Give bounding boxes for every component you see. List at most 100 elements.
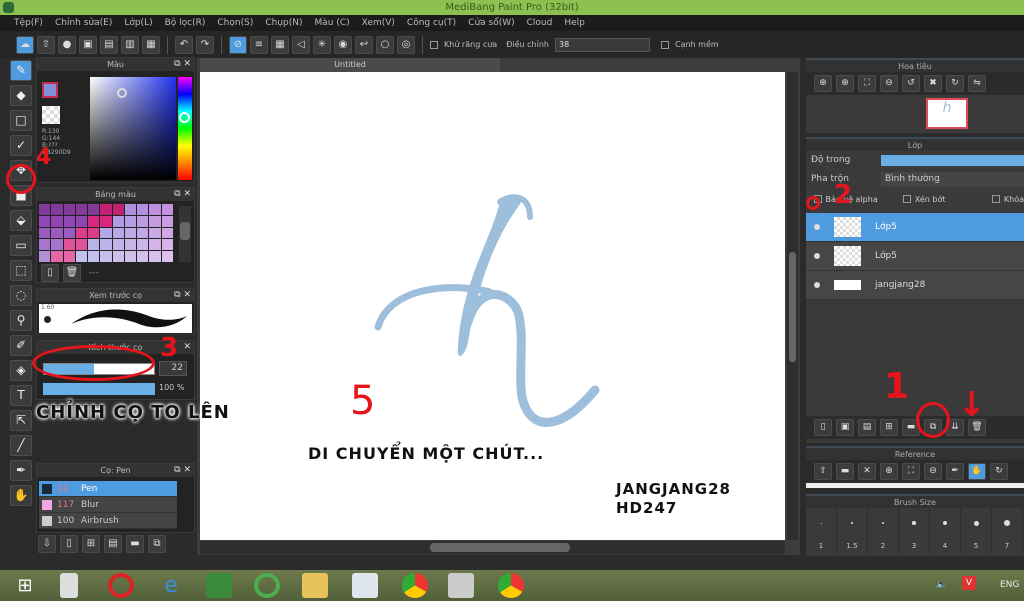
new-layer-icon[interactable]: ▯: [814, 419, 832, 436]
pages-icon[interactable]: ▥: [121, 35, 139, 54]
palette-swatch[interactable]: [75, 204, 88, 215]
palette-swatch[interactable]: [149, 227, 161, 239]
palette-swatch[interactable]: [88, 227, 100, 239]
upload-icon[interactable]: ⇧: [814, 463, 832, 480]
store-icon[interactable]: [206, 573, 232, 598]
dot-tool-icon[interactable]: □: [10, 110, 32, 131]
add-layer-menu-icon[interactable]: ⊞: [880, 419, 898, 436]
volume-icon[interactable]: 🔈: [936, 580, 947, 590]
zoom-out-icon[interactable]: ⊖: [924, 463, 942, 480]
duplicate-brush-icon[interactable]: ⧉: [148, 535, 166, 553]
divide-tool-icon[interactable]: ╱: [10, 435, 32, 456]
cloud-icon[interactable]: ☁: [16, 35, 34, 54]
tray-v-icon[interactable]: V: [962, 576, 976, 590]
layer-row[interactable]: jangjang28: [806, 271, 1024, 300]
palette-swatch[interactable]: [88, 251, 100, 262]
palette-swatch[interactable]: [39, 227, 51, 239]
magic-wand-icon[interactable]: ⚲: [10, 310, 32, 331]
zoom-in-icon[interactable]: ⊕: [814, 75, 832, 92]
palette-swatch[interactable]: [75, 251, 88, 262]
visibility-icon[interactable]: [814, 224, 820, 230]
start-icon[interactable]: ⊞: [12, 573, 38, 598]
brush-size-preset[interactable]: 4: [930, 508, 961, 554]
hand-icon[interactable]: ✋: [968, 463, 986, 480]
palette-swatch[interactable]: [63, 227, 75, 239]
curve-snap-icon[interactable]: ↩: [355, 35, 373, 54]
palette-swatch[interactable]: [112, 251, 124, 262]
comment-icon[interactable]: ●: [58, 35, 76, 54]
zoom-in-icon[interactable]: ⊕: [880, 463, 898, 480]
menu-tools[interactable]: Công cụ(T): [407, 15, 456, 31]
palette-swatch[interactable]: [100, 239, 112, 251]
palette-swatch[interactable]: [112, 204, 124, 215]
palette-swatch[interactable]: [51, 239, 63, 251]
palette-swatch[interactable]: [100, 215, 112, 227]
palette-swatch[interactable]: [88, 215, 100, 227]
hand-tool-icon[interactable]: ✋: [10, 485, 32, 506]
target-snap-icon[interactable]: ◎: [397, 35, 415, 54]
palette-swatch[interactable]: [149, 215, 161, 227]
new-8bit-layer-icon[interactable]: ▤: [858, 419, 876, 436]
download-brush-icon[interactable]: ⇩: [38, 535, 56, 553]
note-icon[interactable]: ▣: [79, 35, 97, 54]
brush-opacity-slider[interactable]: [43, 383, 155, 395]
palette-swatch[interactable]: [149, 204, 161, 215]
palette-swatch[interactable]: [161, 204, 173, 215]
menu-cloud[interactable]: Cloud: [527, 15, 553, 31]
new-halftone-layer-icon[interactable]: ▣: [836, 419, 854, 436]
brush-size-value[interactable]: 22: [159, 361, 187, 376]
page-icon[interactable]: ▤: [100, 35, 118, 54]
palette-swatch[interactable]: [137, 227, 149, 239]
brush-size-preset[interactable]: 3: [899, 508, 930, 554]
canvas-vertical-scrollbar[interactable]: [787, 72, 798, 540]
navigator-preview[interactable]: ℎ: [806, 95, 1024, 133]
select-tool-icon[interactable]: ⬚: [10, 260, 32, 281]
canvas[interactable]: 5 DI CHUYỂN MỘT CHÚT... JANGJANG28 HD247: [200, 72, 785, 540]
palette-swatch[interactable]: [161, 251, 173, 262]
menu-help[interactable]: Help: [564, 15, 585, 31]
operation-tool-icon[interactable]: ⇱: [10, 410, 32, 431]
menu-color[interactable]: Màu (C): [315, 15, 350, 31]
palette-swatch[interactable]: [149, 239, 161, 251]
eyedropper-icon[interactable]: ✒: [946, 463, 964, 480]
zoom-in-icon[interactable]: ⊕: [836, 75, 854, 92]
soft-edge-checkbox[interactable]: [660, 40, 669, 49]
brush-size-preset[interactable]: 7: [992, 508, 1023, 554]
panel-close-icon[interactable]: ⧉ ✕: [174, 58, 191, 71]
palette-swatch[interactable]: [63, 251, 75, 262]
palette-swatch[interactable]: [137, 239, 149, 251]
menu-layer[interactable]: Lớp(L): [124, 15, 152, 31]
palette-swatch[interactable]: [100, 204, 112, 215]
eyedropper-tool-icon[interactable]: ✒: [10, 460, 32, 481]
antialias-checkbox[interactable]: [430, 40, 438, 49]
menu-snap[interactable]: Chụp(N): [265, 15, 302, 31]
new-brush-icon[interactable]: ▯: [60, 535, 78, 553]
palette-swatch[interactable]: [39, 204, 51, 215]
palette-swatch[interactable]: [39, 239, 51, 251]
palette-swatch[interactable]: [112, 227, 124, 239]
panel-close-icon[interactable]: ⧉ ✕: [174, 188, 191, 201]
layer-opacity-slider[interactable]: [881, 154, 1024, 166]
palette-swatch[interactable]: [137, 251, 149, 262]
delete-palette-icon[interactable]: 🗑: [63, 264, 81, 282]
brush-list-item[interactable]: 22 Pen: [39, 481, 177, 497]
opera-icon[interactable]: [108, 573, 134, 598]
palette-swatch[interactable]: [39, 251, 51, 262]
zalo-icon[interactable]: [352, 573, 378, 598]
gradient-tool-icon[interactable]: ▭: [10, 235, 32, 256]
palette-swatch[interactable]: [75, 215, 88, 227]
bucket-tool-icon[interactable]: ⬙: [10, 210, 32, 231]
palette-swatch[interactable]: [39, 215, 51, 227]
eraser-tool-icon[interactable]: ◆: [10, 85, 32, 106]
panel-close-icon[interactable]: ⧉ ✕: [174, 464, 191, 477]
hue-handle[interactable]: [179, 112, 190, 123]
visibility-icon[interactable]: [814, 253, 820, 259]
rotate-left-icon[interactable]: ↺: [902, 75, 920, 92]
lasso-tool-icon[interactable]: ◌: [10, 285, 32, 306]
palette-swatch[interactable]: [124, 204, 137, 215]
palette-swatch[interactable]: [124, 227, 137, 239]
file-icon[interactable]: [60, 573, 78, 598]
folder-icon[interactable]: ▬: [126, 535, 144, 553]
transparent-swatch[interactable]: [42, 106, 60, 124]
select-pen-icon[interactable]: ✐: [10, 335, 32, 356]
